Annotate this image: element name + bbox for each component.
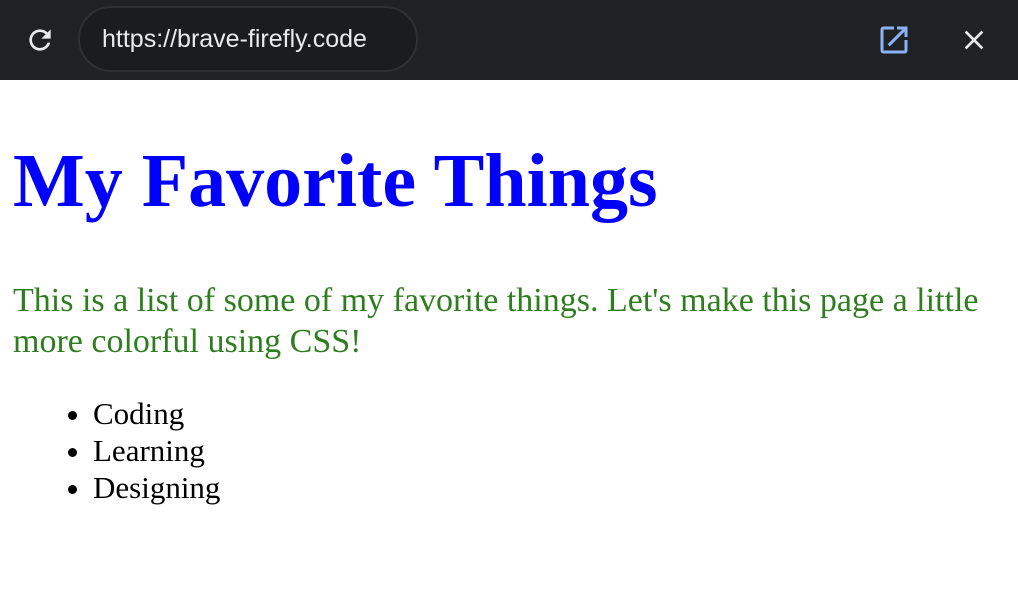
url-input[interactable]: [102, 8, 397, 70]
close-button[interactable]: [954, 20, 994, 60]
intro-paragraph: This is a list of some of my favorite th…: [13, 282, 979, 360]
open-in-new-icon: [880, 26, 908, 54]
page-content: My Favorite Things This is a list of som…: [0, 80, 1018, 608]
close-icon: [964, 30, 984, 50]
list-item: Coding: [93, 395, 220, 432]
page-title: My Favorite Things: [13, 139, 658, 223]
reload-icon: [29, 29, 51, 51]
favorites-list: Coding Learning Designing: [0, 395, 220, 506]
list-item: Learning: [93, 432, 220, 469]
reload-button[interactable]: [22, 22, 58, 58]
address-bar[interactable]: [78, 6, 418, 72]
open-in-new-window-button[interactable]: [874, 20, 914, 60]
browser-toolbar: [0, 0, 1018, 80]
list-item: Designing: [93, 469, 220, 506]
